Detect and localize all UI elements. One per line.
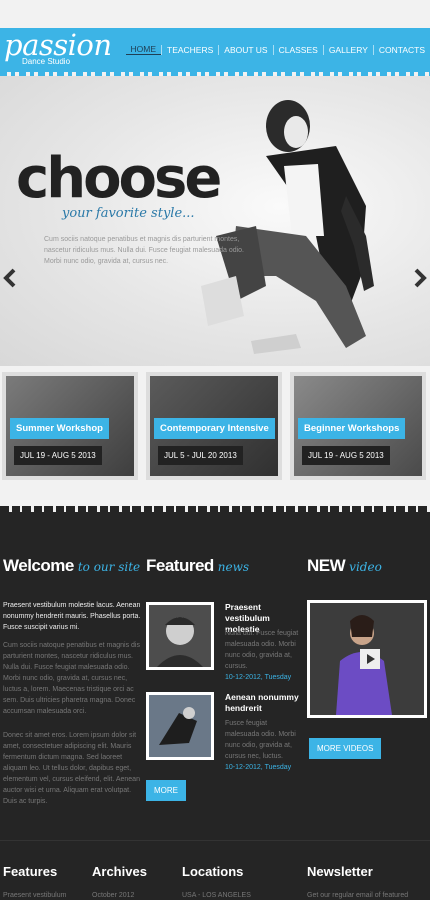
welcome-heading: Welcome to our site — [3, 556, 140, 576]
workshop-dates: JUL 19 - AUG 5 2013 — [14, 446, 102, 465]
welcome-heading-em: to our site — [77, 560, 141, 574]
news-date: 10-12-2012, Tuesday — [225, 674, 292, 681]
play-icon[interactable] — [360, 649, 380, 669]
nav-classes[interactable]: CLASSES — [274, 45, 323, 55]
main-nav: HOME TEACHERS ABOUT US CLASSES GALLERY C… — [125, 44, 430, 55]
workshop-dates: JUL 19 - AUG 5 2013 — [302, 446, 390, 465]
logo-tagline: Dance Studio — [22, 57, 71, 66]
workshops-row: Summer Workshop JUL 19 - AUG 5 2013 Cont… — [0, 372, 430, 482]
nav-about-us[interactable]: ABOUT US — [219, 45, 272, 55]
featured-heading-text: Featured — [146, 556, 214, 575]
footer-link[interactable]: October 2012 — [92, 892, 134, 899]
footer-heading-locations: Locations — [182, 864, 244, 879]
video-player[interactable] — [307, 600, 427, 718]
welcome-lead: Praesent vestibulum molestie lacus. Aene… — [3, 602, 141, 631]
news-body: Fusce feugiat malesuada odio. Morbi nunc… — [225, 720, 296, 760]
news-photo — [149, 605, 211, 667]
hero-slider: choose your favorite style... Cum sociis… — [0, 76, 430, 366]
hero-subtitle: your favorite style... — [62, 206, 195, 221]
news-thumbnail[interactable] — [146, 692, 214, 760]
video-heading-em: video — [349, 560, 382, 574]
nav-gallery[interactable]: GALLERY — [324, 45, 373, 55]
workshop-dates: JUL 5 - JUL 20 2013 — [158, 446, 243, 465]
nav-teachers[interactable]: TEACHERS — [162, 45, 218, 55]
dancer-image — [201, 100, 374, 354]
divider — [0, 840, 430, 841]
workshop-image: Summer Workshop JUL 19 - AUG 5 2013 — [6, 376, 134, 476]
video-heading-text: NEW — [307, 556, 346, 575]
footer-heading-newsletter: Newsletter — [307, 864, 373, 879]
footer-link[interactable]: USA - LOS ANGELES — [182, 892, 251, 899]
workshop-title: Summer Workshop — [10, 418, 109, 439]
newsletter-text: Get our regular email of featured — [307, 892, 409, 899]
page: passion Dance Studio HOME TEACHERS ABOUT… — [0, 0, 430, 900]
news-body: Nulla dui. Fusce feugiat malesuada odio.… — [225, 630, 299, 670]
chevron-left-icon[interactable] — [3, 268, 17, 288]
welcome-paragraph: Cum sociis natoque penatibus et magnis d… — [3, 642, 140, 715]
welcome-paragraph: Donec sit amet eros. Lorem ipsum dolor s… — [3, 732, 140, 805]
workshop-card[interactable]: Beginner Workshops JUL 19 - AUG 5 2013 — [290, 372, 426, 480]
news-date: 10-12-2012, Tuesday — [225, 764, 292, 771]
hero-text: Cum sociis natoque penatibus et magnis d… — [44, 236, 244, 265]
workshop-title: Contemporary Intensive — [154, 418, 275, 439]
hero-title: choose — [16, 146, 222, 211]
workshop-image: Beginner Workshops JUL 19 - AUG 5 2013 — [294, 376, 422, 476]
workshop-image: Contemporary Intensive JUL 5 - JUL 20 20… — [150, 376, 278, 476]
welcome-heading-text: Welcome — [3, 556, 74, 575]
nav-home[interactable]: HOME — [125, 44, 161, 55]
more-button[interactable]: MORE — [146, 780, 186, 801]
featured-heading-em: news — [217, 560, 250, 574]
featured-heading: Featured news — [146, 556, 249, 576]
footer-heading-archives: Archives — [92, 864, 147, 879]
news-thumbnail[interactable] — [146, 602, 214, 670]
footer-heading-features: Features — [3, 864, 58, 879]
nav-contacts[interactable]: CONTACTS — [374, 45, 430, 55]
news-photo — [149, 695, 211, 757]
video-heading: NEW video — [307, 556, 382, 576]
news-title[interactable]: Aenean nonummy hendrerit — [225, 692, 303, 714]
workshop-card[interactable]: Contemporary Intensive JUL 5 - JUL 20 20… — [146, 372, 282, 480]
more-videos-button[interactable]: MORE VIDEOS — [309, 738, 382, 759]
footer-link[interactable]: Praesent vestibulum — [3, 892, 66, 899]
header: passion Dance Studio HOME TEACHERS ABOUT… — [0, 28, 430, 78]
chevron-right-icon[interactable] — [413, 268, 427, 288]
workshop-title: Beginner Workshops — [298, 418, 406, 439]
content-section: Welcome to our site Praesent vestibulum m… — [0, 506, 430, 900]
workshop-card[interactable]: Summer Workshop JUL 19 - AUG 5 2013 — [2, 372, 138, 480]
